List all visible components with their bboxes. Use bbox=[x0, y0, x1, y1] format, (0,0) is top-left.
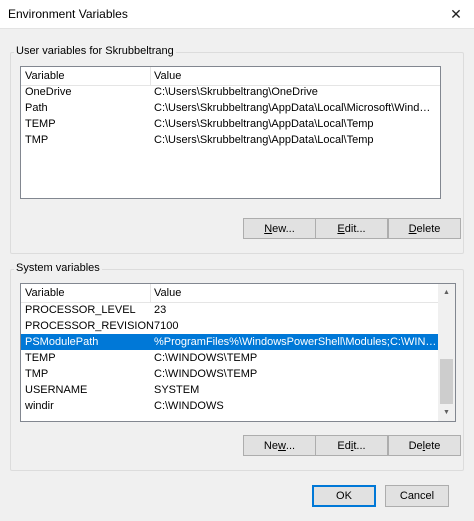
mnemonic-letter: D bbox=[408, 222, 417, 235]
column-header-value[interactable]: Value bbox=[150, 284, 434, 302]
variable-name: PROCESSOR_LEVEL bbox=[25, 304, 136, 316]
system-list-header: Variable Value bbox=[21, 284, 438, 303]
table-row[interactable]: USERNAME SYSTEM bbox=[21, 382, 438, 398]
scroll-down-icon[interactable]: ▼ bbox=[438, 404, 455, 421]
variable-name: TEMP bbox=[25, 352, 56, 364]
table-row[interactable]: Path C:\Users\Skrubbeltrang\AppData\Loca… bbox=[21, 100, 440, 116]
button-label: ... bbox=[285, 439, 296, 452]
button-label: Ed bbox=[337, 439, 351, 452]
table-row[interactable]: windir C:\WINDOWS bbox=[21, 398, 438, 414]
button-label: t... bbox=[353, 439, 366, 452]
variable-value: %ProgramFiles%\WindowsPowerShell\Modules… bbox=[154, 336, 437, 348]
variable-value: C:\WINDOWS bbox=[154, 400, 224, 412]
variable-value: C:\Users\Skrubbeltrang\OneDrive bbox=[154, 86, 318, 98]
table-row-selected[interactable]: PSModulePath %ProgramFiles%\WindowsPower… bbox=[21, 334, 438, 350]
variable-name: USERNAME bbox=[25, 384, 88, 396]
variable-value: 23 bbox=[154, 304, 167, 316]
mnemonic-letter: E bbox=[337, 222, 345, 235]
variable-name: OneDrive bbox=[25, 86, 72, 98]
table-row[interactable]: OneDrive C:\Users\Skrubbeltrang\OneDrive bbox=[21, 84, 440, 100]
system-new-button[interactable]: Ne w... bbox=[243, 435, 316, 456]
variable-name: windir bbox=[25, 400, 54, 412]
column-header-variable[interactable]: Variable bbox=[21, 67, 150, 85]
variable-value: C:\Users\Skrubbeltrang\AppData\Local\Tem… bbox=[154, 134, 374, 146]
variable-value: C:\Users\Skrubbeltrang\AppData\Local\Tem… bbox=[154, 118, 374, 130]
variable-value: C:\WINDOWS\TEMP bbox=[154, 368, 258, 380]
variable-name: TMP bbox=[25, 368, 49, 380]
ok-button[interactable]: OK bbox=[312, 485, 376, 507]
button-label: dit... bbox=[344, 222, 366, 235]
user-delete-button[interactable]: Delete bbox=[388, 218, 461, 239]
window-title: Environment Variables bbox=[8, 7, 128, 21]
user-new-button[interactable]: New... bbox=[243, 218, 316, 239]
user-variables-label: User variables for Skrubbeltrang bbox=[14, 45, 176, 57]
table-row[interactable]: TEMP C:\Users\Skrubbeltrang\AppData\Loca… bbox=[21, 116, 440, 132]
variable-name: PROCESSOR_REVISION bbox=[25, 320, 154, 332]
variable-name: TMP bbox=[25, 134, 49, 146]
title-bar: Environment Variables ✕ bbox=[0, 0, 474, 28]
variable-value: 7100 bbox=[154, 320, 179, 332]
variable-name: Path bbox=[25, 102, 48, 114]
vertical-scrollbar[interactable]: ▲ ▼ bbox=[438, 284, 455, 421]
scroll-up-icon[interactable]: ▲ bbox=[438, 284, 455, 301]
scrollbar-thumb[interactable] bbox=[440, 359, 453, 404]
column-header-value[interactable]: Value bbox=[150, 67, 440, 85]
table-row[interactable]: TMP C:\WINDOWS\TEMP bbox=[21, 366, 438, 382]
button-label: De bbox=[408, 439, 423, 452]
column-header-variable[interactable]: Variable bbox=[21, 284, 150, 302]
button-label: ete bbox=[425, 439, 441, 452]
user-variables-list[interactable]: Variable Value OneDrive C:\Users\Skrubbe… bbox=[20, 66, 441, 199]
system-delete-button[interactable]: De l ete bbox=[388, 435, 461, 456]
table-row[interactable]: PROCESSOR_LEVEL 23 bbox=[21, 302, 438, 318]
system-variables-list[interactable]: Variable Value PROCESSOR_LEVEL 23 PROCES… bbox=[20, 283, 456, 422]
button-label: Ne bbox=[263, 439, 278, 452]
mnemonic-letter: N bbox=[264, 222, 273, 235]
cancel-button[interactable]: Cancel bbox=[385, 485, 449, 507]
close-icon[interactable]: ✕ bbox=[438, 0, 474, 28]
system-edit-button[interactable]: Ed i t... bbox=[315, 435, 388, 456]
system-variables-label: System variables bbox=[14, 262, 102, 274]
table-row[interactable]: TEMP C:\WINDOWS\TEMP bbox=[21, 350, 438, 366]
variable-name: PSModulePath bbox=[25, 336, 99, 348]
table-row[interactable]: TMP C:\Users\Skrubbeltrang\AppData\Local… bbox=[21, 132, 440, 148]
variable-value: C:\Users\Skrubbeltrang\AppData\Local\Mic… bbox=[154, 102, 436, 114]
variable-name: TEMP bbox=[25, 118, 56, 130]
variable-value: C:\WINDOWS\TEMP bbox=[154, 352, 258, 364]
button-label: elete bbox=[416, 222, 441, 235]
mnemonic-letter: w bbox=[277, 439, 286, 452]
user-edit-button[interactable]: Edit... bbox=[315, 218, 388, 239]
table-row[interactable]: PROCESSOR_REVISION 7100 bbox=[21, 318, 438, 334]
button-label: ew... bbox=[272, 222, 295, 235]
variable-value: SYSTEM bbox=[154, 384, 200, 396]
